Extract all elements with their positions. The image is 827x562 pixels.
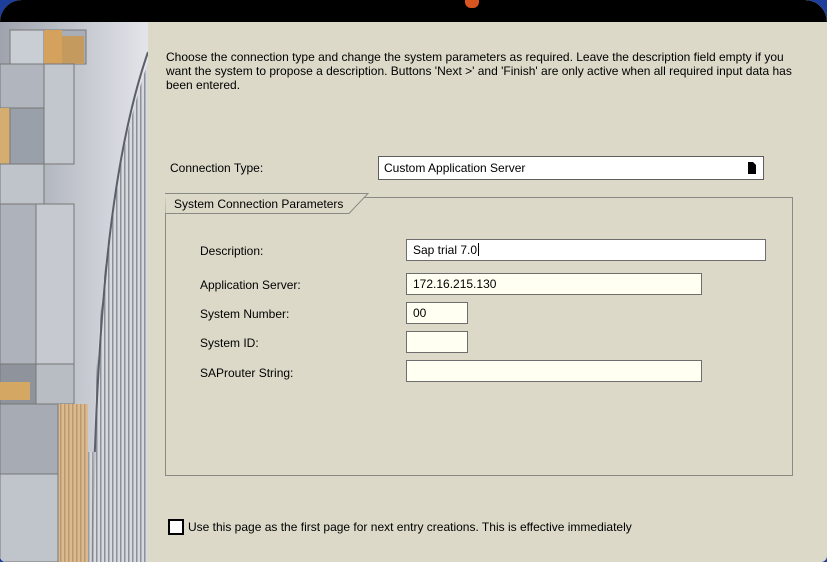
intro-text: Choose the connection type and change th…: [166, 50, 792, 92]
system-number-input[interactable]: 00: [406, 302, 468, 324]
group-title: System Connection Parameters: [174, 197, 344, 211]
checkbox-icon[interactable]: [168, 519, 184, 535]
connection-dialog: Choose the connection type and change th…: [0, 0, 827, 562]
connection-type-value: Custom Application Server: [384, 161, 526, 175]
saprouter-input[interactable]: [406, 360, 702, 382]
system-id-label: System ID:: [200, 336, 259, 350]
connection-type-label: Connection Type:: [170, 161, 264, 175]
app-server-label: Application Server:: [200, 278, 301, 292]
connection-type-dropdown[interactable]: Custom Application Server: [378, 156, 764, 180]
first-page-checkbox-label[interactable]: Use this page as the first page for next…: [188, 520, 632, 534]
system-id-input[interactable]: [406, 331, 468, 353]
system-number-label: System Number:: [200, 307, 290, 321]
description-label: Description:: [200, 244, 264, 258]
dropdown-icon[interactable]: [747, 162, 757, 174]
description-input[interactable]: Sap trial 7.0: [406, 239, 766, 261]
side-banner-image: [0, 22, 148, 562]
app-server-input[interactable]: 172.16.215.130: [406, 273, 702, 295]
title-bar: [0, 0, 827, 22]
saprouter-label: SAProuter String:: [200, 366, 294, 380]
description-value: Sap trial 7.0: [413, 243, 478, 257]
text-caret: [478, 243, 480, 256]
title-bar-accent: [465, 0, 479, 8]
